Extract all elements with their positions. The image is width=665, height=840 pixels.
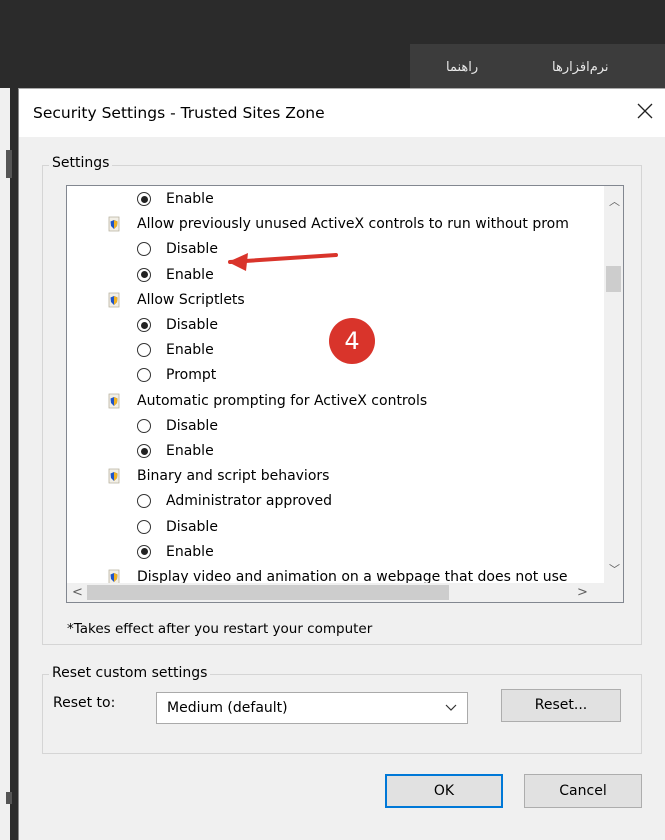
background-tab-software[interactable]: نرم‌افزارها — [552, 60, 609, 75]
cancel-button[interactable]: Cancel — [524, 774, 642, 808]
reset-button-label: Reset... — [534, 697, 588, 713]
radio-option-label[interactable]: Prompt — [166, 366, 216, 384]
horizontal-scroll-thumb[interactable] — [87, 585, 449, 600]
annotation-arrow — [228, 253, 338, 271]
dialog-title: Security Settings - Trusted Sites Zone — [33, 104, 325, 122]
reset-to-label: Reset to: — [53, 695, 116, 711]
setting-category: Automatic prompting for ActiveX controls — [137, 392, 428, 409]
radio-option-label[interactable]: Enable — [166, 442, 214, 460]
shield-icon — [108, 216, 120, 232]
ok-button[interactable]: OK — [385, 774, 503, 808]
radio-option-label[interactable]: Enable — [166, 190, 214, 208]
scroll-left-icon[interactable]: < — [72, 586, 83, 599]
scrollbar-corner — [604, 583, 623, 602]
radio-button[interactable] — [137, 418, 151, 433]
radio-button[interactable] — [137, 242, 151, 257]
background-edge-mark — [6, 792, 12, 804]
shield-icon — [108, 468, 120, 484]
reset-group-label: Reset custom settings — [49, 665, 211, 681]
radio-button[interactable] — [137, 494, 151, 509]
radio-option-label[interactable]: Enable — [166, 543, 214, 561]
cancel-button-label: Cancel — [559, 783, 607, 799]
annotation-badge: 4 — [329, 318, 375, 364]
radio-button[interactable] — [137, 368, 151, 383]
radio-button-selected[interactable] — [137, 267, 151, 282]
radio-button[interactable] — [137, 519, 151, 534]
reset-button[interactable]: Reset... — [501, 689, 621, 722]
scroll-down-icon[interactable]: ﹀ — [609, 564, 620, 575]
vertical-scrollbar[interactable]: ︿ ﹀ — [604, 186, 623, 584]
ok-button-label: OK — [433, 783, 455, 799]
reset-level-select[interactable]: Medium (default) — [156, 692, 468, 724]
radio-button-selected[interactable] — [137, 192, 151, 206]
radio-option-label[interactable]: Disable — [166, 518, 218, 536]
radio-button-selected[interactable] — [137, 318, 151, 332]
shield-icon — [108, 393, 120, 408]
close-icon[interactable] — [633, 99, 657, 123]
vertical-scroll-thumb[interactable] — [606, 266, 621, 292]
scroll-right-icon[interactable]: > — [577, 586, 588, 599]
radio-option-label[interactable]: Enable — [166, 341, 214, 359]
reset-level-value: Medium (default) — [167, 700, 288, 716]
shield-icon — [108, 292, 120, 308]
title-bar[interactable]: Security Settings - Trusted Sites Zone — [19, 89, 665, 137]
background-tab-help[interactable]: راهنما — [446, 60, 478, 75]
radio-option-label[interactable]: Administrator approved — [166, 492, 332, 510]
background-edge-mark — [6, 150, 12, 178]
radio-button-selected[interactable] — [137, 544, 151, 559]
annotation-number: 4 — [344, 327, 360, 355]
radio-button[interactable] — [137, 343, 151, 358]
background-edge — [0, 88, 10, 840]
radio-button-selected[interactable] — [137, 444, 151, 458]
radio-option-label[interactable]: Disable — [166, 316, 218, 334]
setting-category: Binary and script behaviors — [137, 468, 330, 485]
security-settings-dialog: Security Settings - Trusted Sites Zone S… — [18, 88, 665, 840]
settings-group-label: Settings — [49, 155, 113, 171]
setting-category: Allow previously unused ActiveX controls… — [137, 216, 569, 233]
radio-option-label[interactable]: Disable — [166, 417, 218, 435]
scroll-up-icon[interactable]: ︿ — [609, 196, 620, 207]
horizontal-scrollbar[interactable]: < > — [67, 583, 623, 602]
chevron-down-icon — [445, 704, 457, 711]
restart-note: *Takes effect after you restart your com… — [67, 621, 373, 637]
